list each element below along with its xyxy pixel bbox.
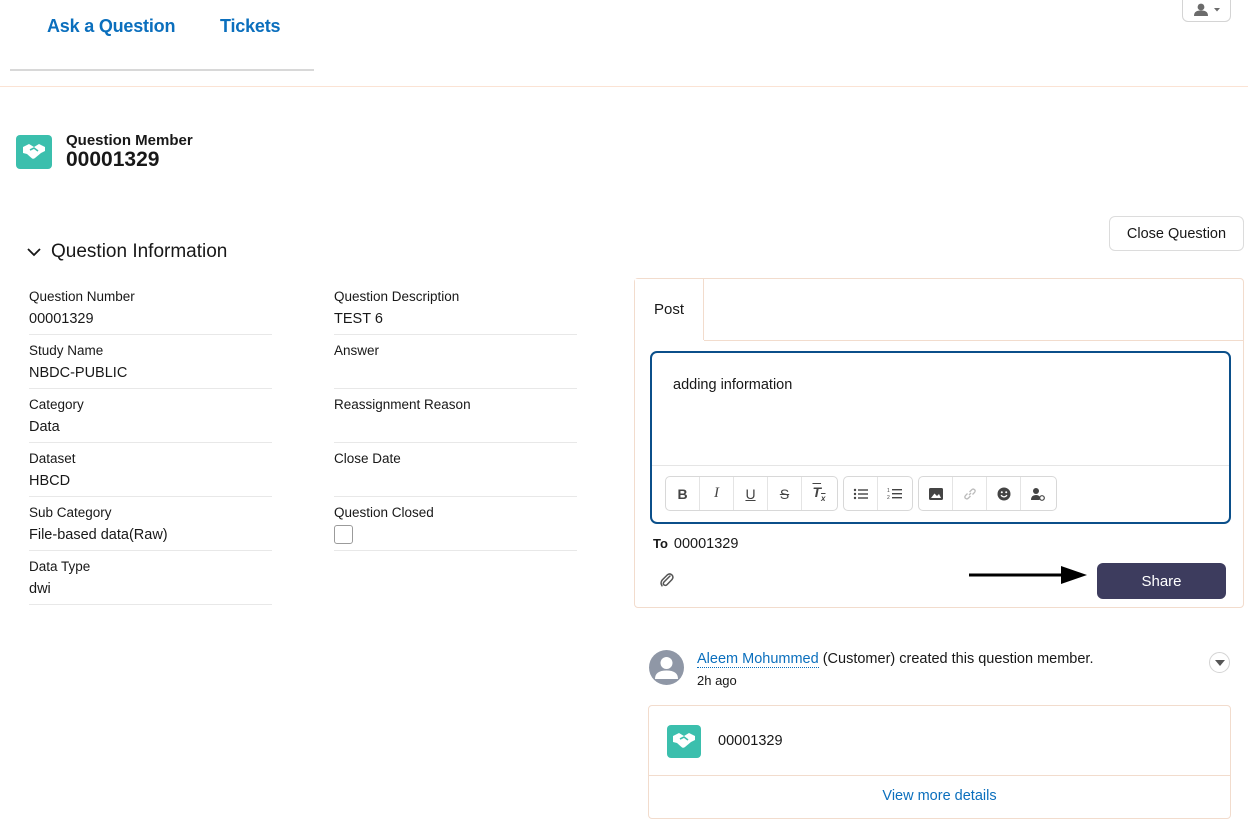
record-type-label: Question Member [66,132,193,149]
svg-text:1: 1 [887,488,890,494]
post-composer[interactable]: adding information B I U S Tx 12 [650,351,1231,524]
field-study-name: Study Name NBDC-PUBLIC [29,341,272,389]
bulleted-list-icon[interactable] [844,477,878,510]
tab-post[interactable]: Post [635,279,704,341]
feed-record-card: 00001329 View more details [648,705,1231,819]
to-value: 00001329 [673,536,739,552]
caret-down-icon [1215,660,1225,666]
question-closed-checkbox[interactable] [334,525,353,544]
nav-underline [10,69,314,71]
handshake-icon [16,135,52,169]
image-icon[interactable] [919,477,953,510]
feed-item-text: Aleem Mohummed (Customer) created this q… [697,651,1094,668]
field-value: TEST 6 [334,311,383,327]
field-value: HBCD [29,473,71,489]
field-value: Data [29,419,60,435]
chevron-down-icon [1214,8,1220,12]
feed-author-link[interactable]: Aleem Mohummed [697,651,819,668]
top-navigation: Ask a Question Tickets [0,0,1248,87]
to-line: To 00001329 [653,536,738,552]
field-label: Close Date [334,451,401,466]
field-label: Question Closed [334,505,434,520]
toolbar-divider [652,465,1229,466]
user-icon [655,657,678,679]
field-close-date: Close Date [334,449,577,497]
field-question-description: Question Description TEST 6 [334,287,577,335]
field-label: Study Name [29,343,104,358]
format-button-group: B I U S Tx [665,476,838,511]
arrow-pointer-icon [969,566,1087,584]
list-button-group: 12 [843,476,913,511]
share-button[interactable]: Share [1097,563,1226,599]
field-label: Question Description [334,289,460,304]
field-label: Data Type [29,559,91,574]
field-question-number: Question Number 00001329 [29,287,272,335]
italic-icon[interactable]: I [700,477,734,510]
link-icon[interactable] [953,477,987,510]
mention-icon[interactable] [1021,477,1055,510]
publisher: Post adding information B I U S Tx 12 To… [634,278,1244,608]
nav-tickets[interactable]: Tickets [220,16,281,37]
field-sub-category: Sub Category File-based data(Raw) [29,503,272,551]
feed-timestamp[interactable]: 2h ago [697,673,737,688]
field-label: Dataset [29,451,76,466]
field-question-closed: Question Closed [334,503,577,551]
field-label: Question Number [29,289,135,304]
feed-action-text: (Customer) created this question member. [818,651,1094,667]
chevron-down-icon[interactable] [26,246,42,258]
field-label: Answer [334,343,380,358]
field-reassignment-reason: Reassignment Reason [334,395,577,443]
feed-actions-button[interactable] [1209,652,1230,673]
card-record-number[interactable]: 00001329 [718,733,783,749]
user-icon [1194,3,1220,16]
field-category: Category Data [29,395,272,443]
field-label: Sub Category [29,505,112,520]
view-more-details-link[interactable]: View more details [649,788,1230,804]
field-dataset: Dataset HBCD [29,449,272,497]
underline-icon[interactable]: U [734,477,768,510]
field-value: dwi [29,581,51,597]
section-title: Question Information [51,241,228,262]
strikethrough-icon[interactable]: S [768,477,802,510]
insert-button-group [918,476,1057,511]
to-label: To [653,536,668,551]
clear-format-icon[interactable]: Tx [802,477,836,510]
post-body-text[interactable]: adding information [673,377,792,393]
field-data-type: Data Type dwi [29,557,272,605]
card-divider [649,775,1230,776]
publisher-tabs: Post [635,279,1243,342]
field-answer: Answer [334,341,577,389]
handshake-icon [667,725,701,758]
emoji-icon[interactable] [987,477,1021,510]
field-value: File-based data(Raw) [29,527,168,543]
user-menu-button[interactable] [1182,0,1231,22]
field-value: NBDC-PUBLIC [29,365,128,381]
avatar[interactable] [649,650,684,685]
bold-icon[interactable]: B [666,477,700,510]
numbered-list-icon[interactable]: 12 [878,477,912,510]
paperclip-icon[interactable] [659,571,675,589]
field-label: Category [29,397,84,412]
field-value: 00001329 [29,311,94,327]
record-number: 00001329 [66,148,160,171]
close-question-button[interactable]: Close Question [1109,216,1244,251]
field-label: Reassignment Reason [334,397,471,412]
nav-ask-a-question[interactable]: Ask a Question [47,16,175,37]
svg-text:2: 2 [887,495,890,501]
